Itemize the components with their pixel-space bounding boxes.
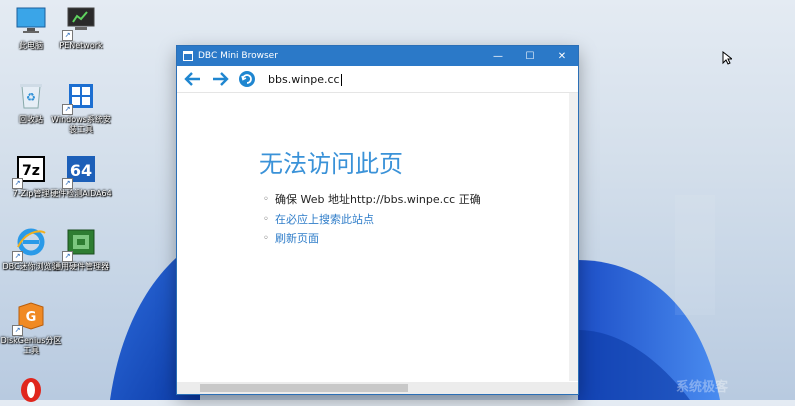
suggestion-search-bing-link[interactable]: 在必应上搜索此站点 xyxy=(263,210,481,230)
back-button[interactable] xyxy=(182,68,204,90)
desktop-icon-label: DiskGenius分区工具 xyxy=(0,336,62,355)
shortcut-arrow-icon: ↗ xyxy=(12,251,23,262)
desktop-icon-label: PENetwork xyxy=(59,41,103,50)
window-title: DBC Mini Browser xyxy=(198,51,278,61)
maximize-button[interactable]: ☐ xyxy=(514,46,546,66)
arrow-left-icon xyxy=(184,72,200,86)
shortcut-arrow-icon: ↗ xyxy=(12,325,23,336)
desktop-icon-diskgenius[interactable]: G ↗ DiskGenius分区工具 xyxy=(0,301,62,356)
shortcut-arrow-icon: ↗ xyxy=(62,30,73,41)
desktop-icon-windows-setup[interactable]: ↗ Windows系统安装工具 xyxy=(50,80,112,135)
svg-text:64: 64 xyxy=(70,161,92,180)
diskgenius-icon: G ↗ xyxy=(12,301,47,336)
svg-text:♻: ♻ xyxy=(26,91,36,104)
suggestion-list: 确保 Web 地址http://bbs.winpe.cc 正确 在必应上搜索此站… xyxy=(263,190,481,249)
browser-window: DBC Mini Browser — ☐ ✕ bbs.winpe.cc 无法访问… xyxy=(177,46,578,394)
opera-icon xyxy=(15,372,47,404)
desktop-icon-label: 硬件检测AIDA64 xyxy=(50,189,112,198)
desktop-icon-penetwork[interactable]: ↗ PENetwork xyxy=(50,6,112,51)
desktop-icon-label: 通用硬件管理器 xyxy=(53,262,109,271)
browser-app-icon xyxy=(183,51,193,61)
shortcut-arrow-icon: ↗ xyxy=(62,178,73,189)
close-button[interactable]: ✕ xyxy=(546,46,578,66)
windows-setup-icon: ↗ xyxy=(62,80,97,115)
refresh-icon xyxy=(239,71,255,87)
aida64-icon: 64 ↗ xyxy=(62,154,97,189)
monitor-icon xyxy=(15,6,47,38)
minimize-button[interactable]: — xyxy=(482,46,514,66)
refresh-button[interactable] xyxy=(236,68,258,90)
mouse-cursor-icon xyxy=(722,51,732,65)
shortcut-arrow-icon: ↗ xyxy=(12,178,23,189)
7zip-icon: 7z ↗ xyxy=(12,154,47,189)
desktop-icon-label: Windows系统安装工具 xyxy=(51,115,111,134)
svg-text:G: G xyxy=(26,310,37,325)
recycle-bin-icon: ♻ xyxy=(15,80,47,112)
watermark: 系统极客 xyxy=(676,380,729,395)
svg-text:7z: 7z xyxy=(22,163,40,179)
shortcut-arrow-icon: ↗ xyxy=(62,104,73,115)
shortcut-arrow-icon: ↗ xyxy=(62,251,73,262)
suggestion-check-address: 确保 Web 地址http://bbs.winpe.cc 正确 xyxy=(263,190,481,210)
browser-toolbar: bbs.winpe.cc xyxy=(177,66,578,93)
ie-icon: ↗ xyxy=(12,227,47,262)
forward-button[interactable] xyxy=(209,68,231,90)
arrow-right-icon xyxy=(213,72,229,86)
address-input[interactable]: bbs.winpe.cc xyxy=(268,73,342,86)
desktop-icon-hardware-manager[interactable]: ↗ 通用硬件管理器 xyxy=(50,227,112,272)
horizontal-scroll-thumb[interactable] xyxy=(200,384,408,392)
network-icon: ↗ xyxy=(62,6,97,41)
error-title: 无法访问此页 xyxy=(259,150,403,178)
window-titlebar[interactable]: DBC Mini Browser — ☐ ✕ xyxy=(177,46,578,66)
hardware-icon: ↗ xyxy=(62,227,97,262)
vertical-scrollbar[interactable] xyxy=(569,93,578,381)
suggestion-refresh-link[interactable]: 刷新页面 xyxy=(263,229,481,249)
desktop-icon-aida64[interactable]: 64 ↗ 硬件检测AIDA64 xyxy=(50,154,112,199)
desktop-icon-opera[interactable] xyxy=(0,372,62,404)
horizontal-scrollbar[interactable] xyxy=(177,382,578,394)
